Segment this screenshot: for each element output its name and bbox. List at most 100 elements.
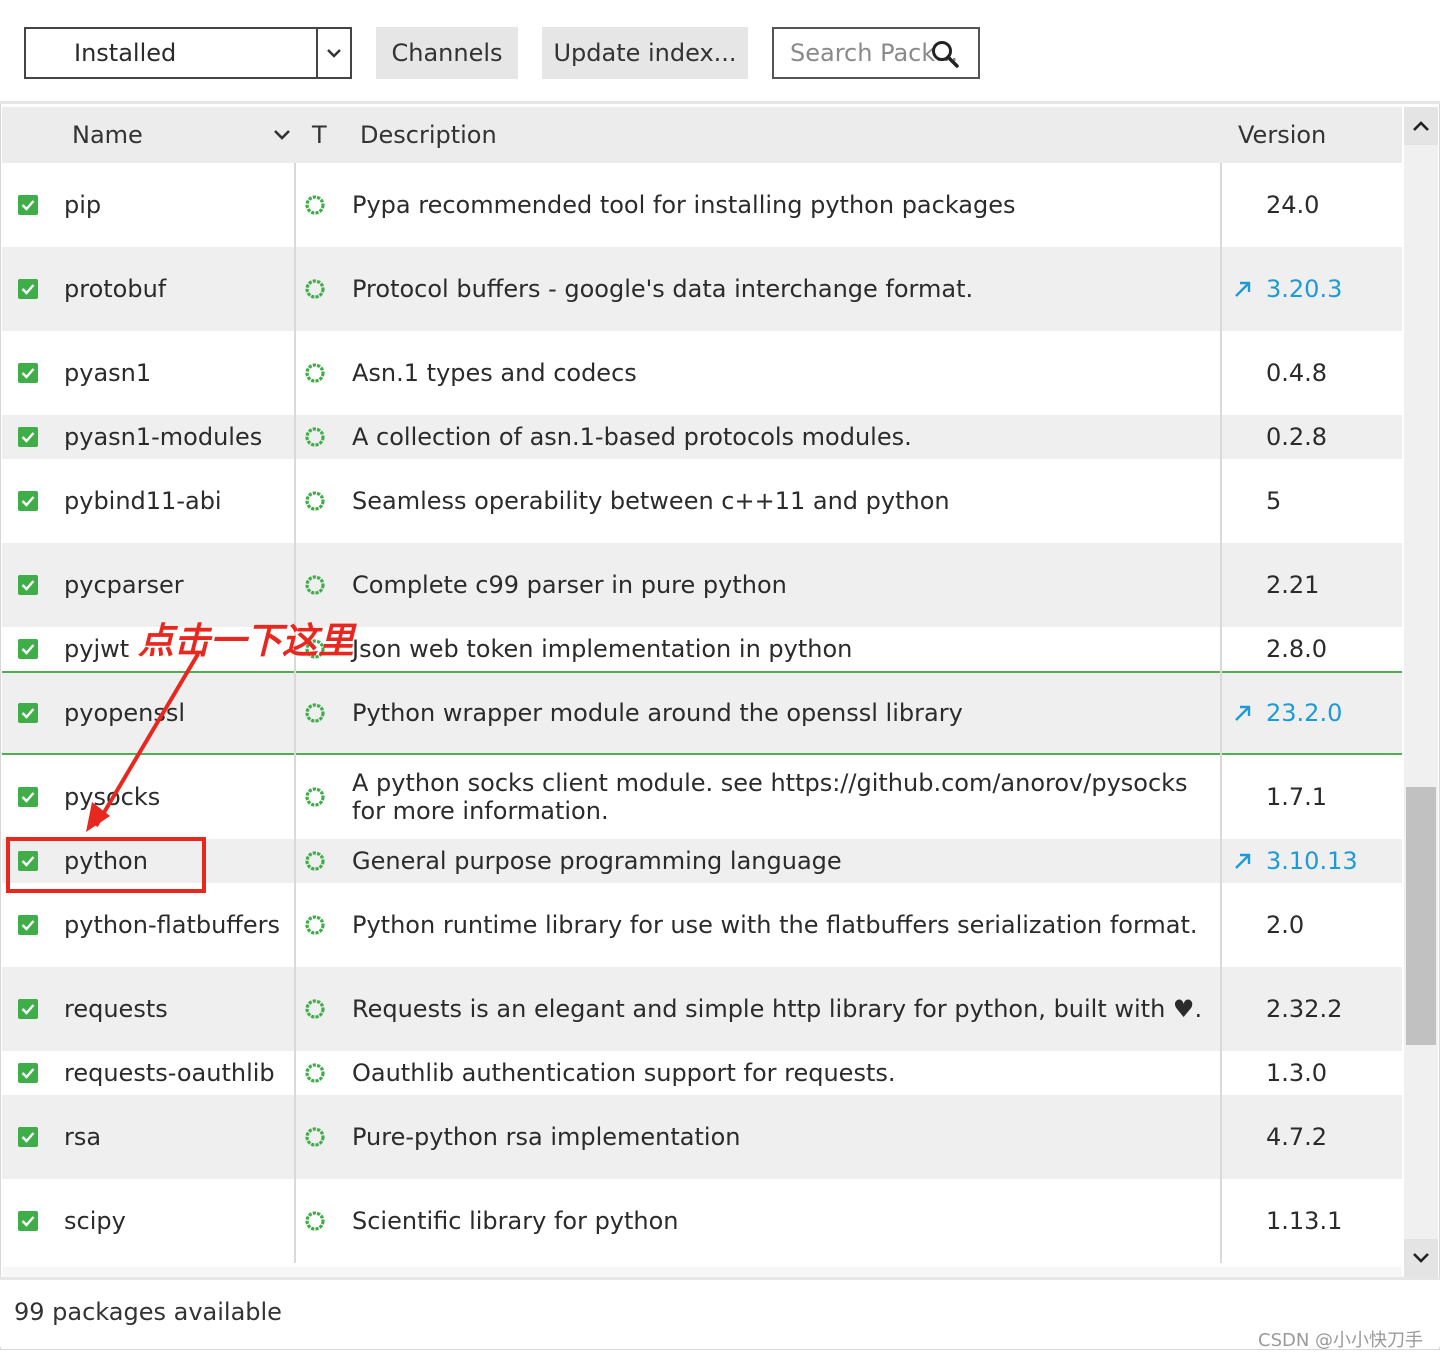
column-divider <box>1220 1051 1222 1095</box>
check-icon <box>18 1211 38 1231</box>
package-row[interactable]: pyopenssl Python wrapper module around th… <box>2 671 1402 755</box>
toolbar: Installed Channels Update index... Searc… <box>0 0 1440 104</box>
package-row[interactable]: pip Pypa recommended tool for installing … <box>2 163 1402 247</box>
column-divider <box>294 247 296 331</box>
package-row[interactable]: pysocks A python socks client module. see… <box>2 755 1402 839</box>
watermark-text: CSDN @小小快刀手 <box>1258 1330 1424 1351</box>
column-divider <box>294 671 296 755</box>
package-row[interactable]: python General purpose programming langua… <box>2 839 1402 883</box>
check-icon <box>18 639 38 659</box>
installed-checkbox[interactable] <box>18 967 40 1051</box>
package-version: 1.3.0 <box>1232 1051 1402 1095</box>
installed-checkbox[interactable] <box>18 671 40 755</box>
package-row[interactable]: protobuf Protocol buffers - google's data… <box>2 247 1402 331</box>
installed-checkbox[interactable] <box>18 415 40 459</box>
package-version[interactable]: 3.10.13 <box>1232 839 1402 883</box>
package-version[interactable]: 23.2.0 <box>1232 671 1402 755</box>
package-row[interactable]: pyasn1 Asn.1 types and codecs 0.4.8 <box>2 331 1402 415</box>
package-row[interactable]: pyasn1-modules A collection of asn.1-base… <box>2 415 1402 459</box>
update-index-button[interactable]: Update index... <box>542 27 748 79</box>
check-icon <box>18 1063 38 1083</box>
version-text: 2.0 <box>1266 911 1305 939</box>
package-version: 2.21 <box>1232 543 1402 627</box>
package-description: Oauthlib authentication support for requ… <box>352 1059 896 1087</box>
check-icon <box>18 363 38 383</box>
package-description: Scientific library for python <box>352 1207 679 1235</box>
package-row[interactable]: pybind11-abi Seamless operability between… <box>2 459 1402 543</box>
sort-chevron-icon[interactable] <box>272 125 292 145</box>
installed-checkbox[interactable] <box>18 883 40 967</box>
scroll-up-button[interactable] <box>1404 107 1438 145</box>
column-divider <box>294 755 296 839</box>
upgrade-arrow-icon[interactable] <box>1232 278 1254 300</box>
chevron-down-icon <box>327 49 341 58</box>
package-version: 2.0 <box>1232 883 1402 967</box>
installed-checkbox[interactable] <box>18 1179 40 1263</box>
package-version: 4.7.2 <box>1232 1095 1402 1179</box>
environment-filter-select[interactable]: Installed <box>24 27 352 79</box>
package-row[interactable]: scipy Scientific library for python 1.13.1 <box>2 1179 1402 1263</box>
installed-checkbox[interactable] <box>18 163 40 247</box>
package-row[interactable]: requests-oauthlib Oauthlib authentication… <box>2 1051 1402 1095</box>
installed-checkbox[interactable] <box>18 543 40 627</box>
upgrade-arrow-icon[interactable] <box>1232 702 1254 724</box>
version-text: 1.7.1 <box>1266 783 1328 811</box>
table-body: pip Pypa recommended tool for installing … <box>2 163 1402 1263</box>
package-name: protobuf <box>64 275 167 303</box>
package-description: Pypa recommended tool for installing pyt… <box>352 191 1016 219</box>
installed-checkbox[interactable] <box>18 459 40 543</box>
annotation-highlight-box <box>6 837 206 893</box>
package-version: 1.13.1 <box>1232 1179 1402 1263</box>
version-text: 3.20.3 <box>1266 275 1343 303</box>
installed-checkbox[interactable] <box>18 1095 40 1179</box>
filter-selected-value: Installed <box>74 39 177 67</box>
installed-checkbox[interactable] <box>18 247 40 331</box>
column-divider <box>1220 163 1222 247</box>
column-header-name[interactable]: Name <box>72 107 143 163</box>
installed-checkbox[interactable] <box>18 1051 40 1095</box>
vertical-scrollbar[interactable] <box>1404 107 1438 1277</box>
package-version[interactable]: 3.20.3 <box>1232 247 1402 331</box>
upgrade-arrow-icon[interactable] <box>1232 850 1254 872</box>
column-divider <box>1220 459 1222 543</box>
version-text: 0.4.8 <box>1266 359 1328 387</box>
column-header-description[interactable]: Description <box>360 107 497 163</box>
column-divider <box>294 415 296 459</box>
package-name: requests-oauthlib <box>64 1059 275 1087</box>
installed-checkbox[interactable] <box>18 627 40 671</box>
version-text: 1.13.1 <box>1266 1207 1343 1235</box>
column-divider <box>1220 839 1222 883</box>
search-packages-input[interactable]: Search Pack... <box>772 27 980 79</box>
package-name: pybind11-abi <box>64 487 222 515</box>
package-row[interactable]: requests Requests is an elegant and simpl… <box>2 967 1402 1051</box>
package-name: pyasn1 <box>64 359 152 387</box>
column-divider <box>1220 755 1222 839</box>
package-description: A collection of asn.1-based protocols mo… <box>352 423 912 451</box>
column-divider <box>1220 1095 1222 1179</box>
column-divider <box>1220 415 1222 459</box>
package-version: 2.8.0 <box>1232 627 1402 671</box>
version-text: 3.10.13 <box>1266 847 1358 875</box>
check-icon <box>18 491 38 511</box>
package-description: Complete c99 parser in pure python <box>352 571 787 599</box>
conda-type-icon <box>304 755 332 839</box>
column-divider <box>294 1051 296 1095</box>
installed-checkbox[interactable] <box>18 755 40 839</box>
package-name: python-flatbuffers <box>64 911 280 939</box>
search-icon[interactable] <box>930 39 960 69</box>
column-header-version[interactable]: Version <box>1238 107 1326 163</box>
package-version: 0.4.8 <box>1232 331 1402 415</box>
package-description: Protocol buffers - google's data interch… <box>352 275 974 303</box>
scroll-down-button[interactable] <box>1404 1239 1438 1277</box>
column-header-type[interactable]: T <box>312 107 327 163</box>
version-text: 5 <box>1266 487 1282 515</box>
scrollbar-thumb[interactable] <box>1406 787 1436 1045</box>
channels-button[interactable]: Channels <box>376 27 518 79</box>
dropdown-toggle[interactable] <box>316 29 350 77</box>
installed-checkbox[interactable] <box>18 331 40 415</box>
package-row[interactable]: rsa Pure-python rsa implementation 4.7.2 <box>2 1095 1402 1179</box>
chevron-down-icon <box>1413 1253 1429 1263</box>
column-divider <box>1220 967 1222 1051</box>
column-divider <box>1220 331 1222 415</box>
package-row[interactable]: python-flatbuffers Python runtime library… <box>2 883 1402 967</box>
